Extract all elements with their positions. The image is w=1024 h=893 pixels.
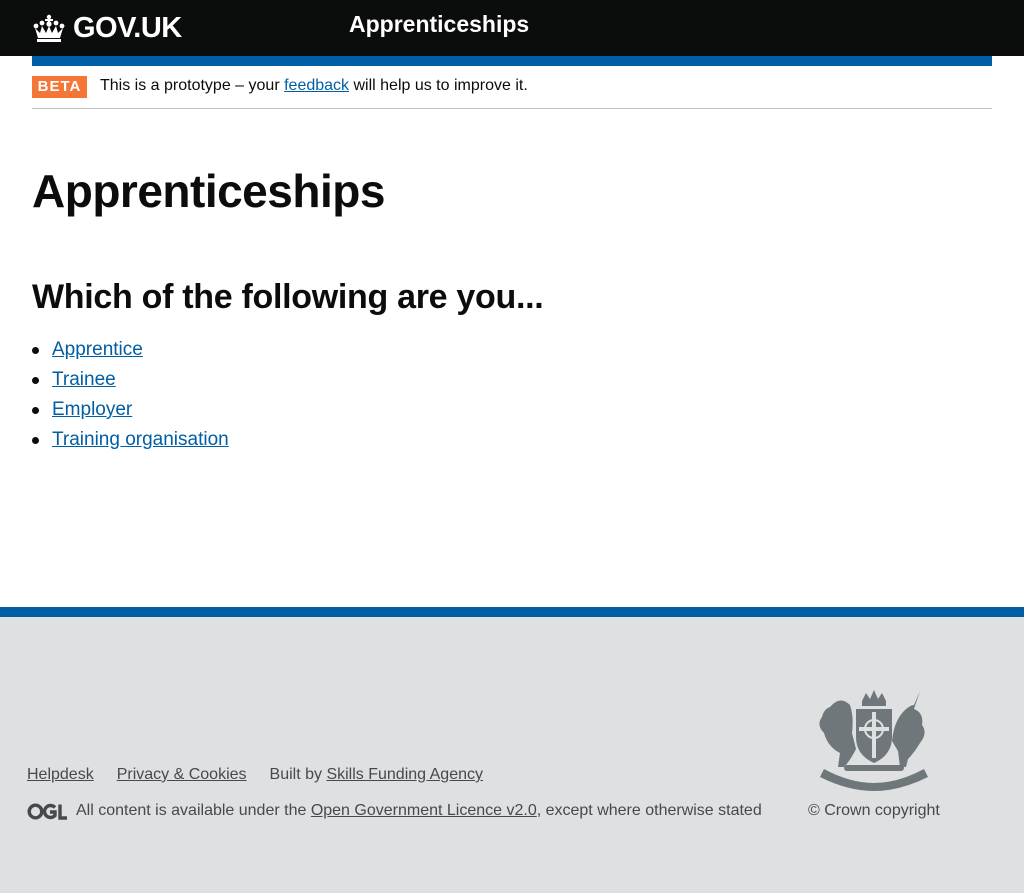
licence-text: All content is available under the Open … <box>76 801 762 821</box>
built-by-prefix: Built by <box>269 766 327 783</box>
question-heading: Which of the following are you... <box>32 278 544 316</box>
header-blue-bar <box>32 56 992 66</box>
govuk-logo-text: GOV.UK <box>73 11 182 44</box>
govuk-logo-link[interactable]: GOV.UK <box>32 10 182 46</box>
royal-coat-of-arms-icon <box>819 690 928 791</box>
bullet-icon <box>32 407 39 414</box>
ogl-logo-icon <box>27 802 67 820</box>
licence-text-after: , except where otherwise stated <box>536 802 762 819</box>
built-by-text: Built by Skills Funding Agency <box>270 765 483 785</box>
list-item: Apprentice <box>32 336 229 366</box>
training-organisation-link[interactable]: Training organisation <box>52 429 229 450</box>
service-name-link[interactable]: Apprenticeships <box>349 11 529 38</box>
licence-statement: All content is available under the Open … <box>27 801 762 821</box>
privacy-cookies-link[interactable]: Privacy & Cookies <box>117 765 247 785</box>
trainee-link[interactable]: Trainee <box>52 369 116 390</box>
phase-text-after: will help us to improve it. <box>349 77 528 94</box>
employer-link[interactable]: Employer <box>52 399 132 420</box>
footer-links: Helpdesk Privacy & Cookies Built by Skil… <box>27 765 483 785</box>
global-header: GOV.UK Apprenticeships <box>0 0 1024 56</box>
list-item: Trainee <box>32 366 229 396</box>
feedback-link[interactable]: feedback <box>284 77 349 94</box>
list-item: Training organisation <box>32 426 229 456</box>
skills-funding-agency-link[interactable]: Skills Funding Agency <box>326 766 483 783</box>
global-footer: Helpdesk Privacy & Cookies Built by Skil… <box>0 607 1024 893</box>
bullet-icon <box>32 377 39 384</box>
list-item: Employer <box>32 396 229 426</box>
crown-icon <box>33 14 65 42</box>
crown-copyright-link[interactable]: © Crown copyright <box>808 801 940 821</box>
phase-text-before: This is a prototype – your <box>100 77 285 94</box>
bullet-icon <box>32 347 39 354</box>
beta-tag: BETA <box>32 76 87 98</box>
bullet-icon <box>32 437 39 444</box>
licence-text-before: All content is available under the <box>76 802 311 819</box>
page-title: Apprenticeships <box>32 165 385 217</box>
open-government-licence-link[interactable]: Open Government Licence v2.0 <box>311 802 537 819</box>
phase-banner: BETA This is a prototype – your feedback… <box>32 66 992 109</box>
phase-banner-text: This is a prototype – your feedback will… <box>100 76 528 96</box>
helpdesk-link[interactable]: Helpdesk <box>27 765 94 785</box>
apprentice-link[interactable]: Apprentice <box>52 339 143 360</box>
role-options-list: Apprentice Trainee Employer Training org… <box>32 336 229 456</box>
